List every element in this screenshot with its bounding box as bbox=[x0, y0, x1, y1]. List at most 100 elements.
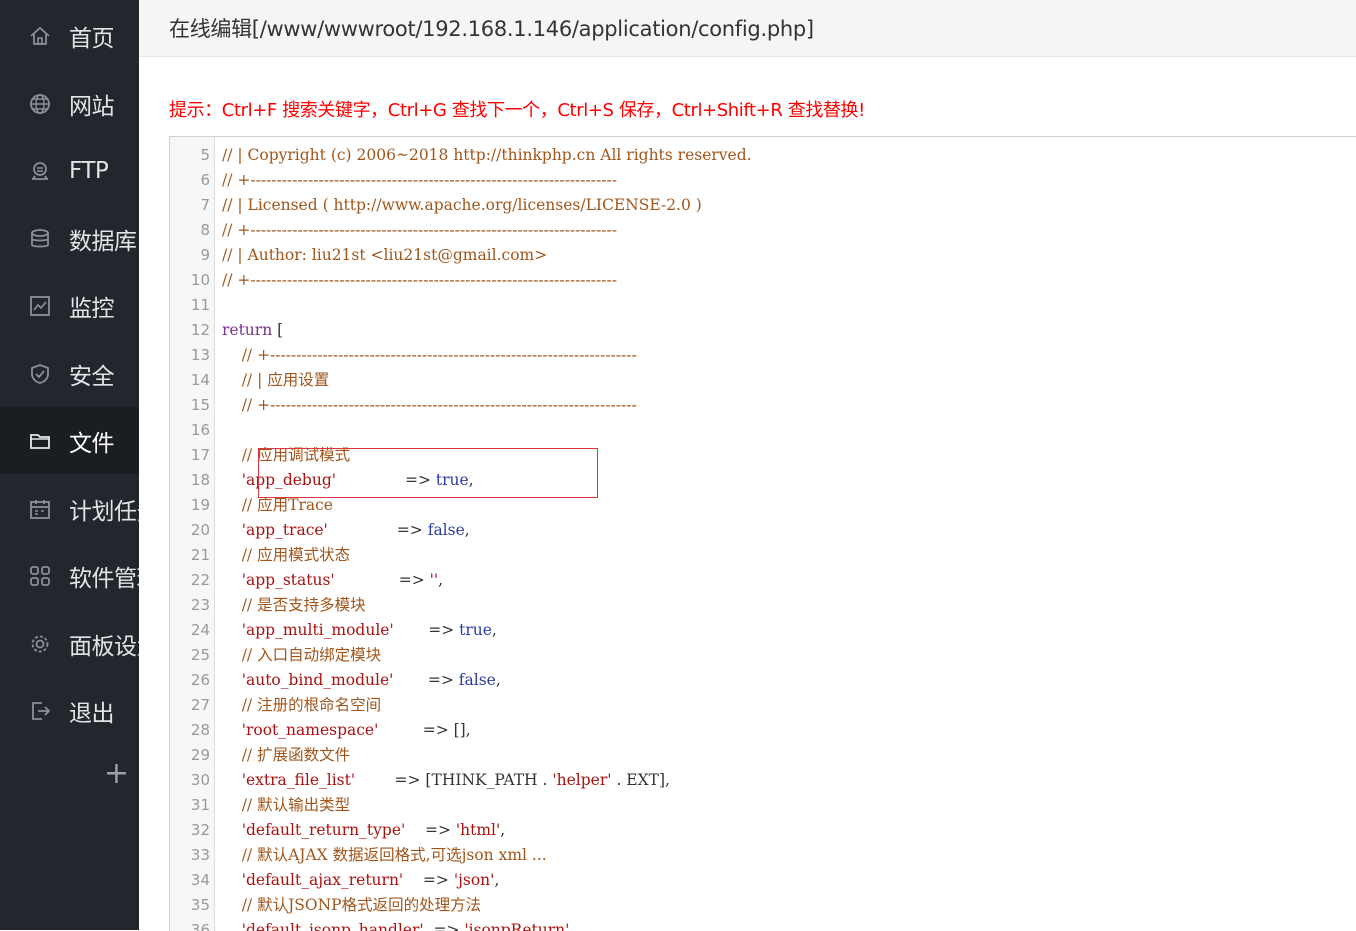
home-icon bbox=[29, 25, 51, 47]
code-token-string: 'app_multi_module' bbox=[241, 621, 394, 639]
code-line[interactable]: 27 // 注册的根命名空间 bbox=[170, 693, 1356, 718]
code-line[interactable]: 32 'default_return_type' => 'html', bbox=[170, 818, 1356, 843]
line-number: 24 bbox=[190, 621, 210, 639]
code-line[interactable]: 7 // | Licensed ( http://www.apache.org/l… bbox=[170, 193, 1356, 218]
code-token-comment: // +------------------------------------… bbox=[222, 346, 637, 364]
code-token-comment: // 默认AJAX 数据返回格式,可选json xml ... bbox=[222, 846, 547, 864]
line-number: 20 bbox=[190, 521, 210, 539]
line-code: 'app_debug' => true, bbox=[222, 468, 474, 493]
code-line[interactable]: 31 // 默认输出类型 bbox=[170, 793, 1356, 818]
sidebar-item-label: 计划任务 bbox=[69, 498, 139, 525]
sidebar-item-ftp[interactable]: FTP bbox=[0, 137, 139, 204]
code-token-string: 'app_trace' bbox=[241, 521, 328, 539]
add-button[interactable]: + bbox=[0, 742, 139, 806]
line-code: 'app_status' => '', bbox=[222, 568, 443, 593]
globe-icon bbox=[29, 93, 51, 115]
code-token-string: 'default_ajax_return' bbox=[241, 871, 404, 889]
code-token-default: => bbox=[405, 821, 456, 839]
code-line[interactable]: 6 // +-----------------------------------… bbox=[170, 168, 1356, 193]
sidebar-item-home[interactable]: 首页 bbox=[0, 2, 139, 69]
code-token-comment: // 是否支持多模块 bbox=[222, 596, 366, 614]
code-token-default: => bbox=[327, 521, 428, 539]
code-line[interactable]: 30 'extra_file_list' => [THINK_PATH . 'h… bbox=[170, 768, 1356, 793]
code-token-default bbox=[222, 571, 242, 589]
code-line[interactable]: 24 'app_multi_module' => true, bbox=[170, 618, 1356, 643]
code-line[interactable]: 16 bbox=[170, 418, 1356, 443]
line-code: // | 应用设置 bbox=[222, 368, 330, 393]
line-number: 33 bbox=[190, 846, 210, 864]
code-line[interactable]: 17 // 应用调试模式 bbox=[170, 443, 1356, 468]
code-token-comment: // +------------------------------------… bbox=[222, 271, 617, 289]
sidebar-item-logout[interactable]: 退出 bbox=[0, 677, 139, 744]
code-line[interactable]: 35 // 默认JSONP格式返回的处理方法 bbox=[170, 893, 1356, 918]
code-token-comment: // +------------------------------------… bbox=[222, 171, 617, 189]
code-token-default: , bbox=[500, 821, 506, 839]
sidebar-item-label: 数据库 bbox=[69, 228, 137, 255]
code-token-string: 'root_namespace' bbox=[241, 721, 379, 739]
code-line[interactable]: 12 return [ bbox=[170, 318, 1356, 343]
code-line[interactable]: 5 // | Copyright (c) 2006~2018 http://thi… bbox=[170, 143, 1356, 168]
code-line[interactable]: 15 // +---------------------------------… bbox=[170, 393, 1356, 418]
code-line[interactable]: 29 // 扩展函数文件 bbox=[170, 743, 1356, 768]
code-line[interactable]: 20 'app_trace' => false, bbox=[170, 518, 1356, 543]
code-token-atom: false bbox=[427, 521, 465, 539]
code-token-string: 'helper' bbox=[552, 771, 612, 789]
code-line[interactable]: 13 // +---------------------------------… bbox=[170, 343, 1356, 368]
line-code: return [ bbox=[222, 318, 283, 343]
code-token-atom: false bbox=[458, 671, 496, 689]
code-token-default bbox=[222, 721, 242, 739]
code-token-default: => bbox=[393, 621, 460, 639]
sidebar-item-security[interactable]: 安全 bbox=[0, 340, 139, 407]
code-editor[interactable]: 5 // | Copyright (c) 2006~2018 http://thi… bbox=[169, 136, 1356, 931]
code-line[interactable]: 21 // 应用模式状态 bbox=[170, 543, 1356, 568]
code-line[interactable]: 34 'default_ajax_return' => 'json', bbox=[170, 868, 1356, 893]
code-line[interactable]: 33 // 默认AJAX 数据返回格式,可选json xml ... bbox=[170, 843, 1356, 868]
code-line[interactable]: 26 'auto_bind_module' => false, bbox=[170, 668, 1356, 693]
sidebar-item-label: 安全 bbox=[69, 363, 115, 390]
sidebar-item-cron[interactable]: 计划任务 bbox=[0, 475, 139, 542]
sidebar-item-panel-settings[interactable]: 面板设置 bbox=[0, 610, 139, 677]
code-line[interactable]: 36 'default_jsonp_handler' => 'jsonpRetu… bbox=[170, 918, 1356, 931]
code-line[interactable]: 19 // 应用Trace bbox=[170, 493, 1356, 518]
code-line[interactable]: 11 bbox=[170, 293, 1356, 318]
line-number: 29 bbox=[190, 746, 210, 764]
code-token-string: 'html' bbox=[455, 821, 501, 839]
code-token-comment: // +------------------------------------… bbox=[222, 221, 617, 239]
code-line[interactable]: 9 // | Author: liu21st <liu21st@gmail.com… bbox=[170, 243, 1356, 268]
code-token-default bbox=[222, 621, 242, 639]
code-token-comment: // 扩展函数文件 bbox=[222, 746, 351, 764]
code-line[interactable]: 23 // 是否支持多模块 bbox=[170, 593, 1356, 618]
code-token-default: => [], bbox=[378, 721, 471, 739]
line-code: // | Licensed ( http://www.apache.org/li… bbox=[222, 193, 702, 218]
sidebar-item-label: FTP bbox=[69, 157, 109, 184]
sidebar-item-database[interactable]: 数据库 bbox=[0, 205, 139, 272]
sidebar-item-software[interactable]: 软件管理 bbox=[0, 542, 139, 609]
line-number: 36 bbox=[190, 921, 210, 931]
code-token-string: 'app_debug' bbox=[241, 471, 336, 489]
code-line[interactable]: 22 'app_status' => '', bbox=[170, 568, 1356, 593]
sidebar-item-monitor[interactable]: 监控 bbox=[0, 272, 139, 339]
code-lines: 5 // | Copyright (c) 2006~2018 http://thi… bbox=[170, 143, 1356, 931]
line-code: // 是否支持多模块 bbox=[222, 593, 366, 618]
line-code: 'app_multi_module' => true, bbox=[222, 618, 497, 643]
code-token-keyword: return bbox=[222, 321, 273, 339]
sidebar-item-files[interactable]: 文件 bbox=[0, 407, 139, 474]
code-token-default: => bbox=[393, 671, 459, 689]
code-line[interactable]: 18 'app_debug' => true, bbox=[170, 468, 1356, 493]
line-code: // 默认AJAX 数据返回格式,可选json xml ... bbox=[222, 843, 547, 868]
line-number: 11 bbox=[190, 296, 210, 314]
code-line[interactable]: 14 // | 应用设置 bbox=[170, 368, 1356, 393]
code-line[interactable]: 8 // +-----------------------------------… bbox=[170, 218, 1356, 243]
sidebar-item-website[interactable]: 网站 bbox=[0, 70, 139, 137]
line-code: // 注册的根命名空间 bbox=[222, 693, 381, 718]
code-token-default: [ bbox=[272, 321, 284, 339]
code-line[interactable]: 28 'root_namespace' => [], bbox=[170, 718, 1356, 743]
code-token-default bbox=[222, 521, 242, 539]
line-number: 22 bbox=[190, 571, 210, 589]
line-number: 32 bbox=[190, 821, 210, 839]
line-code: // 默认JSONP格式返回的处理方法 bbox=[222, 893, 481, 918]
code-token-default: => bbox=[336, 471, 436, 489]
code-token-string: 'auto_bind_module' bbox=[241, 671, 394, 689]
code-line[interactable]: 25 // 入口自动绑定模块 bbox=[170, 643, 1356, 668]
code-line[interactable]: 10 // +----------------------------------… bbox=[170, 268, 1356, 293]
